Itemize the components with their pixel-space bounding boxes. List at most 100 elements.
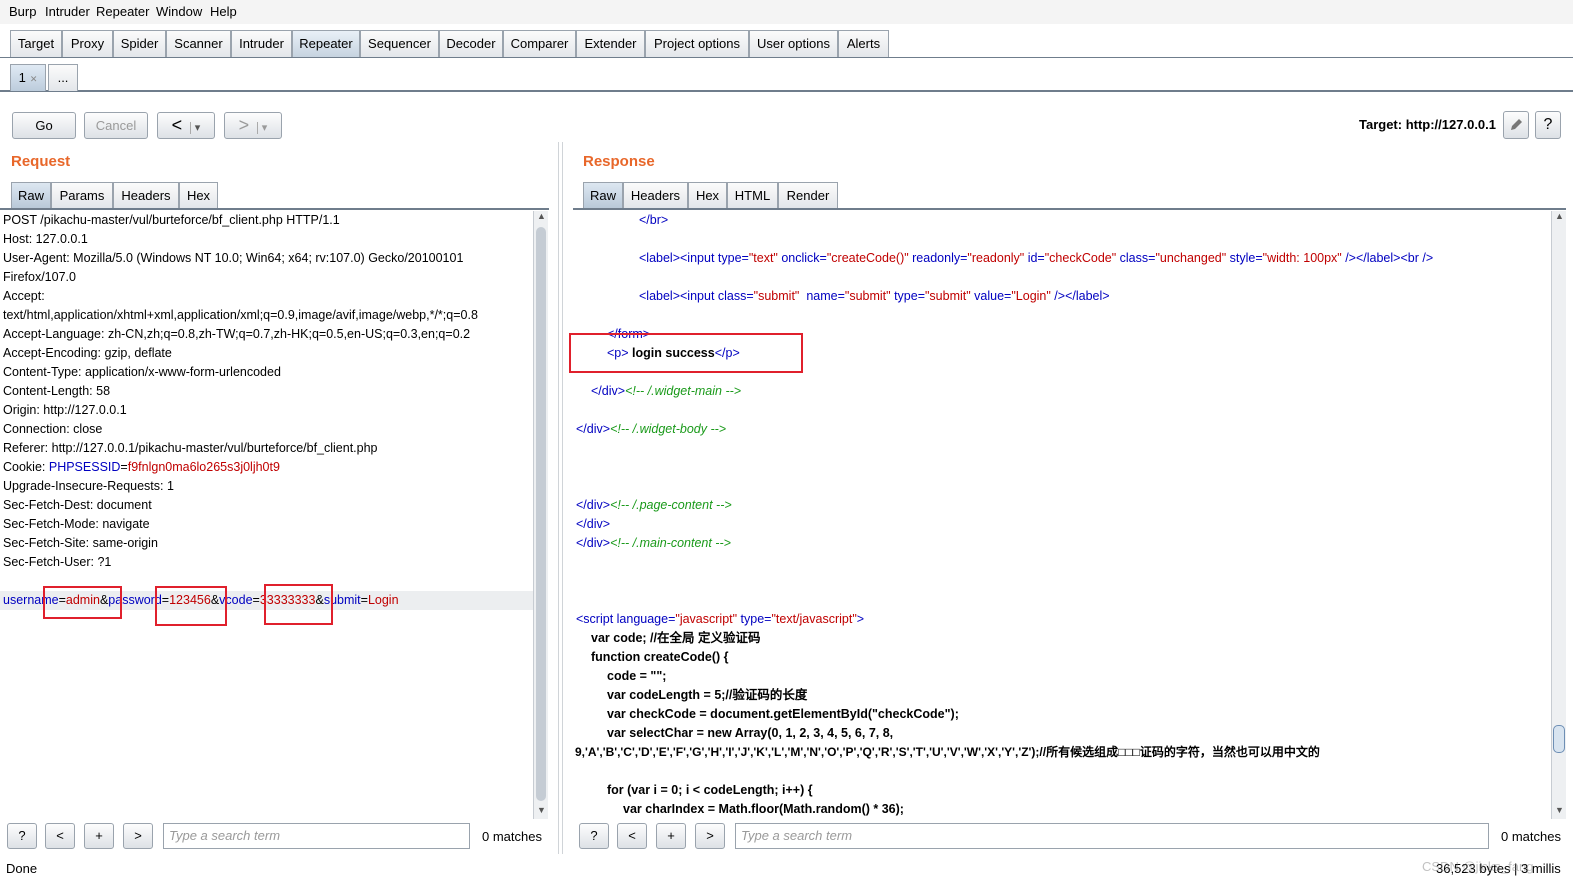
request-search-input[interactable]: Type a search term	[163, 823, 470, 849]
menu-repeater[interactable]: Repeater	[96, 4, 149, 19]
repeater-tab-more[interactable]: ...	[48, 64, 78, 91]
request-search-next-button[interactable]: >	[123, 823, 153, 849]
dropdown-icon: ▾	[256, 122, 268, 134]
code-attr: id=	[1024, 251, 1045, 265]
code-attr: value=	[970, 289, 1012, 303]
request-tab-divider	[0, 208, 549, 210]
menu-intruder[interactable]: Intruder	[45, 4, 90, 19]
request-line: User-Agent: Mozilla/5.0 (Windows NT 10.0…	[3, 251, 464, 265]
close-icon[interactable]: ✕	[30, 74, 38, 84]
request-line: Sec-Fetch-Mode: navigate	[3, 517, 150, 531]
scroll-thumb[interactable]	[1553, 725, 1565, 753]
code-line: <label><input type="text" onclick="creat…	[639, 249, 1433, 268]
response-search-add-button[interactable]: +	[656, 823, 686, 849]
request-search-prev-button[interactable]: <	[45, 823, 75, 849]
request-title: Request	[11, 153, 71, 170]
request-scrollbar[interactable]: ▲ ▼	[533, 211, 548, 819]
response-editor[interactable]: </br> <label><input type="text" onclick=…	[573, 211, 1551, 819]
code-comment: <!-- /.widget-body -->	[610, 422, 727, 436]
tab-proxy[interactable]: Proxy	[62, 30, 113, 57]
cancel-button[interactable]: Cancel	[84, 112, 148, 139]
back-button[interactable]: < ▾	[157, 112, 215, 139]
code-tag: >	[856, 612, 865, 626]
response-tab-render[interactable]: Render	[778, 182, 838, 208]
repeater-tab-1[interactable]: 1 ✕	[10, 64, 46, 91]
request-line: Host: 127.0.0.1	[3, 232, 88, 246]
tab-project-options[interactable]: Project options	[645, 30, 749, 57]
tab-extender[interactable]: Extender	[576, 30, 645, 57]
request-search-help-button[interactable]: ?	[7, 823, 37, 849]
tab-alerts[interactable]: Alerts	[838, 30, 889, 57]
request-line: Accept-Language: zh-CN,zh;q=0.8,zh-TW;q=…	[3, 327, 471, 341]
go-button[interactable]: Go	[12, 112, 76, 139]
code-line: var codeLength = 5;//验证码的长度	[607, 688, 808, 702]
scroll-thumb[interactable]	[536, 227, 546, 801]
response-tab-headers[interactable]: Headers	[623, 182, 688, 208]
response-tab-hex[interactable]: Hex	[688, 182, 727, 208]
menu-bar: Burp Intruder Repeater Window Help	[0, 0, 1573, 24]
menu-burp[interactable]: Burp	[9, 4, 36, 19]
response-search-prev-button[interactable]: <	[617, 823, 647, 849]
response-matches: 0 matches	[1501, 829, 1561, 844]
request-tab-params[interactable]: Params	[51, 182, 113, 208]
request-tab-headers[interactable]: Headers	[113, 182, 179, 208]
code-tag: </div>	[576, 536, 611, 550]
code-string: "readonly"	[967, 251, 1025, 265]
request-line: Sec-Fetch-Site: same-origin	[3, 536, 158, 550]
scroll-down-icon[interactable]: ▼	[534, 805, 549, 819]
tab-repeater[interactable]: Repeater	[292, 30, 360, 57]
response-search-input[interactable]: Type a search term	[735, 823, 1489, 849]
edit-target-button[interactable]	[1503, 111, 1529, 139]
tab-user-options[interactable]: User options	[749, 30, 838, 57]
main-tab-strip: Target Proxy Spider Scanner Intruder Rep…	[0, 30, 1573, 58]
code-line: </div><!-- /.page-content -->	[576, 496, 732, 515]
request-tab-hex[interactable]: Hex	[179, 182, 218, 208]
tab-intruder[interactable]: Intruder	[231, 30, 292, 57]
forward-button[interactable]: > ▾	[224, 112, 282, 139]
request-tab-raw[interactable]: Raw	[11, 182, 51, 208]
tab-scanner[interactable]: Scanner	[166, 30, 231, 57]
request-line: Firefox/107.0	[3, 270, 76, 284]
request-search-add-button[interactable]: +	[84, 823, 114, 849]
tab-decoder[interactable]: Decoder	[439, 30, 503, 57]
menu-help[interactable]: Help	[210, 4, 237, 19]
response-tab-raw[interactable]: Raw	[583, 182, 623, 208]
scroll-up-icon[interactable]: ▲	[534, 211, 549, 225]
cookie-line: Cookie: PHPSESSID=f9fnlgn0ma6lo265s3j0lj…	[3, 458, 280, 477]
scroll-up-icon[interactable]: ▲	[1552, 211, 1567, 225]
code-attr: name=	[799, 289, 845, 303]
code-tag: </div>	[576, 422, 611, 436]
help-button[interactable]: ?	[1535, 111, 1561, 139]
scroll-down-icon[interactable]: ▼	[1552, 805, 1567, 819]
response-search-next-button[interactable]: >	[695, 823, 725, 849]
back-arrow-icon: <	[171, 115, 183, 135]
cookie-eq: =	[120, 460, 128, 474]
code-string: "text"	[748, 251, 778, 265]
response-search-help-button[interactable]: ?	[579, 823, 609, 849]
code-string: "checkCode"	[1044, 251, 1117, 265]
request-line: Content-Length: 58	[3, 384, 111, 398]
menu-window[interactable]: Window	[156, 4, 202, 19]
code-string: "createCode()"	[826, 251, 909, 265]
code-string: "submit"	[844, 289, 891, 303]
code-string: "Login"	[1011, 289, 1051, 303]
code-line: var charIndex = Math.floor(Math.random()…	[623, 802, 904, 816]
panel-splitter[interactable]	[558, 142, 563, 854]
code-line: </div><!-- /.main-content -->	[576, 534, 731, 553]
param-eq: =	[252, 593, 260, 607]
code-line: code = "";	[607, 669, 667, 683]
tab-sequencer[interactable]: Sequencer	[360, 30, 439, 57]
watermark: CSDN @jicks_fang	[1422, 859, 1534, 874]
target-label: Target: http://127.0.0.1	[1358, 117, 1496, 132]
tab-target[interactable]: Target	[10, 30, 62, 57]
repeater-tab-strip: 1 ✕ ...	[0, 62, 1573, 92]
code-line: </div>	[576, 517, 611, 531]
code-attr: style=	[1226, 251, 1263, 265]
tab-comparer[interactable]: Comparer	[503, 30, 576, 57]
response-tab-html[interactable]: HTML	[727, 182, 778, 208]
response-scrollbar[interactable]: ▲ ▼	[1551, 211, 1566, 819]
code-line: </br>	[639, 213, 669, 227]
tab-spider[interactable]: Spider	[113, 30, 166, 57]
code-attr: readonly=	[908, 251, 968, 265]
request-editor[interactable]: POST /pikachu-master/vul/burteforce/bf_c…	[0, 211, 533, 819]
